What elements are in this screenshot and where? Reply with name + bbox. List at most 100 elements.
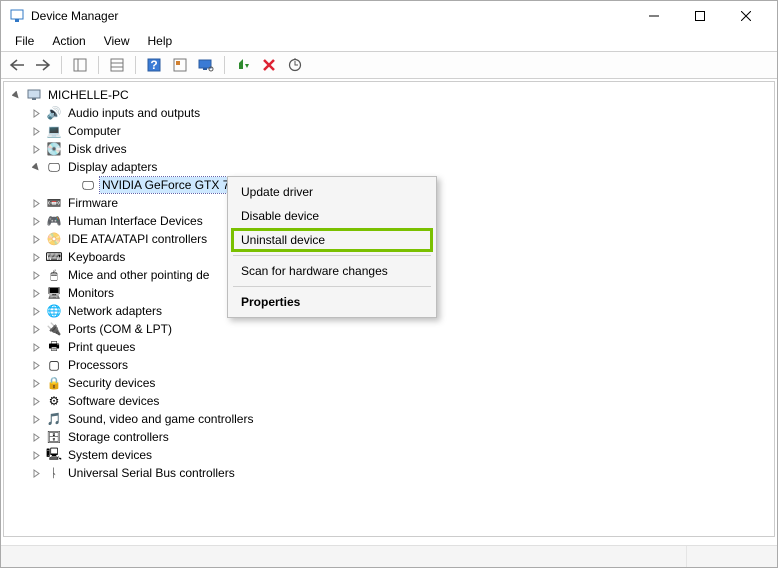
keyboard-icon: ⌨ — [46, 249, 62, 265]
tree-device-label: NVIDIA GeForce GTX 750 — [100, 177, 245, 193]
expand-icon[interactable] — [30, 395, 42, 407]
tree-category[interactable]: 💻Computer — [8, 122, 774, 140]
tree-category[interactable]: 🗄Storage controllers — [8, 428, 774, 446]
close-button[interactable] — [723, 1, 769, 31]
tree-category[interactable]: ᚿUniversal Serial Bus controllers — [8, 464, 774, 482]
tree-category[interactable]: 🔌Ports (COM & LPT) — [8, 320, 774, 338]
ide-icon: 📀 — [46, 231, 62, 247]
expand-icon[interactable] — [30, 143, 42, 155]
storage-icon: 🗄 — [46, 429, 62, 445]
context-menu-item[interactable]: Scan for hardware changes — [231, 259, 433, 283]
tree-root-label: MICHELLE-PC — [46, 87, 131, 103]
help-button[interactable]: ? — [142, 54, 166, 76]
computer-icon — [26, 87, 42, 103]
expand-icon[interactable] — [30, 377, 42, 389]
context-menu-item[interactable]: Uninstall device — [231, 228, 433, 252]
menu-file[interactable]: File — [7, 32, 42, 50]
tree-category-label: Keyboards — [66, 249, 127, 265]
tree-category[interactable]: 🖳System devices — [8, 446, 774, 464]
expand-icon[interactable] — [30, 431, 42, 443]
collapse-icon[interactable] — [10, 89, 22, 101]
tree-category-label: Mice and other pointing de — [66, 267, 211, 283]
tree-category[interactable]: 🖶Print queues — [8, 338, 774, 356]
tree-category-label: Display adapters — [66, 159, 159, 175]
status-cell — [687, 546, 777, 567]
expand-icon[interactable] — [30, 269, 42, 281]
tree-category-label: Firmware — [66, 195, 120, 211]
expand-icon[interactable] — [30, 323, 42, 335]
tree-category-label: System devices — [66, 447, 154, 463]
tree-category[interactable]: 🎵Sound, video and game controllers — [8, 410, 774, 428]
toolbar-separator — [224, 56, 225, 74]
status-cell — [1, 546, 687, 567]
window-title: Device Manager — [31, 9, 631, 23]
uninstall-button[interactable] — [257, 54, 281, 76]
expand-icon[interactable] — [30, 467, 42, 479]
maximize-button[interactable] — [677, 1, 723, 31]
tree-category-label: Network adapters — [66, 303, 164, 319]
expand-icon[interactable] — [30, 197, 42, 209]
menu-action[interactable]: Action — [44, 32, 93, 50]
expand-icon[interactable] — [30, 359, 42, 371]
computer-icon: 💻 — [46, 123, 62, 139]
action-button[interactable] — [168, 54, 192, 76]
menu-help[interactable]: Help — [140, 32, 181, 50]
tree-category-label: Human Interface Devices — [66, 213, 205, 229]
expand-icon[interactable] — [30, 125, 42, 137]
context-menu-item[interactable]: Properties — [231, 290, 433, 314]
tree-category-label: Audio inputs and outputs — [66, 105, 202, 121]
expand-icon[interactable] — [30, 107, 42, 119]
mouse-icon: 🖱 — [46, 267, 62, 283]
tree-category-label: Disk drives — [66, 141, 129, 157]
audio-icon: 🔊 — [46, 105, 62, 121]
tree-category[interactable]: 🔒Security devices — [8, 374, 774, 392]
properties-button[interactable] — [105, 54, 129, 76]
show-hide-tree-button[interactable] — [68, 54, 92, 76]
update-driver-button[interactable] — [283, 54, 307, 76]
software-icon: ⚙ — [46, 393, 62, 409]
tree-category[interactable]: ▢Processors — [8, 356, 774, 374]
security-icon: 🔒 — [46, 375, 62, 391]
tree-category-label: Monitors — [66, 285, 116, 301]
usb-icon: ᚿ — [46, 465, 62, 481]
tree-category-label: Ports (COM & LPT) — [66, 321, 174, 337]
scan-hardware-button[interactable] — [194, 54, 218, 76]
printer-icon: 🖶 — [46, 339, 62, 355]
tree-category[interactable]: 💽Disk drives — [8, 140, 774, 158]
sound-icon: 🎵 — [46, 411, 62, 427]
tree-category[interactable]: 🖵Display adapters — [8, 158, 774, 176]
expand-icon[interactable] — [30, 251, 42, 263]
context-menu-separator — [233, 286, 431, 287]
titlebar: Device Manager — [1, 1, 777, 31]
context-menu-item[interactable]: Update driver — [231, 180, 433, 204]
tree-category-label: Security devices — [66, 375, 157, 391]
toolbar: ? — [1, 51, 777, 79]
minimize-button[interactable] — [631, 1, 677, 31]
forward-button[interactable] — [31, 54, 55, 76]
toolbar-separator — [61, 56, 62, 74]
enable-button[interactable] — [231, 54, 255, 76]
expand-icon[interactable] — [30, 449, 42, 461]
expand-icon[interactable] — [30, 305, 42, 317]
app-icon — [9, 8, 25, 24]
expand-icon[interactable] — [30, 215, 42, 227]
tree-category[interactable]: 🔊Audio inputs and outputs — [8, 104, 774, 122]
menu-view[interactable]: View — [96, 32, 138, 50]
back-button[interactable] — [5, 54, 29, 76]
expand-icon[interactable] — [30, 341, 42, 353]
collapse-icon[interactable] — [30, 161, 42, 173]
expand-icon[interactable] — [30, 233, 42, 245]
expand-icon[interactable] — [30, 413, 42, 425]
toolbar-separator — [98, 56, 99, 74]
tree-category[interactable]: ⚙Software devices — [8, 392, 774, 410]
expand-icon[interactable] — [30, 287, 42, 299]
toolbar-separator — [135, 56, 136, 74]
monitor-icon: 🖥 — [46, 285, 62, 301]
context-menu-item[interactable]: Disable device — [231, 204, 433, 228]
tree-category-label: Software devices — [66, 393, 161, 409]
firmware-icon: 📼 — [46, 195, 62, 211]
tree-category-label: Sound, video and game controllers — [66, 411, 255, 427]
tree-root[interactable]: MICHELLE-PC — [8, 86, 774, 104]
network-icon: 🌐 — [46, 303, 62, 319]
system-icon: 🖳 — [46, 447, 62, 463]
